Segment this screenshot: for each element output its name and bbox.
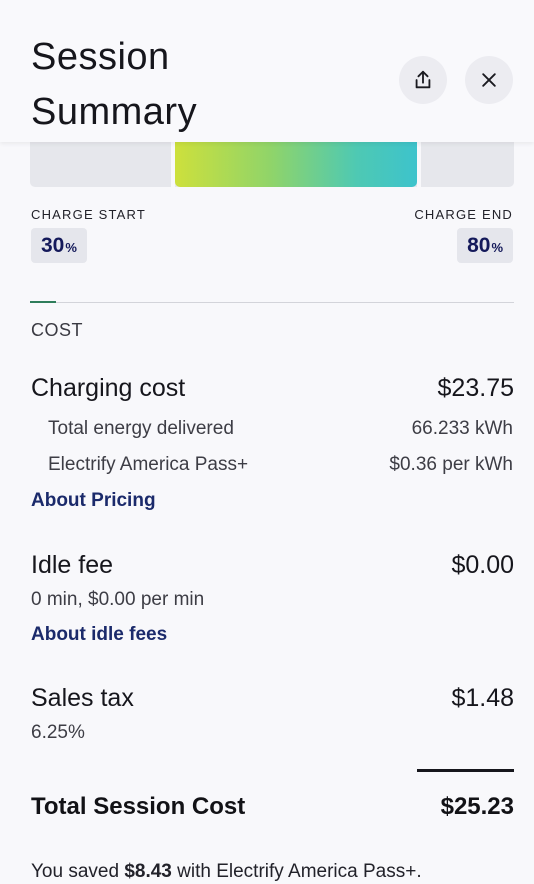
idle-fee-row: Idle fee $0.00: [31, 551, 514, 580]
about-pricing-link[interactable]: About Pricing: [31, 490, 156, 512]
close-icon: [482, 73, 496, 87]
charge-start-value: 30: [41, 233, 65, 257]
charge-start-label: CHARGE START: [31, 207, 147, 222]
plan-label: Electrify America Pass+: [48, 454, 249, 475]
savings-amount: $8.43: [124, 861, 172, 882]
charge-start-percent: %: [65, 240, 77, 255]
charging-cost-label: Charging cost: [31, 374, 186, 402]
header: Session Summary: [0, 0, 534, 142]
about-idle-fees-link[interactable]: About idle fees: [31, 624, 167, 646]
energy-delivered-label: Total energy delivered: [48, 418, 234, 439]
idle-fee-label: Idle fee: [31, 551, 114, 579]
share-icon: [415, 70, 431, 89]
charge-end-percent: %: [491, 240, 503, 255]
plan-rate: $0.36 per kWh: [389, 454, 513, 475]
total-session-cost-row: Total Session Cost $25.23: [31, 793, 514, 821]
total-session-cost-amount: $25.23: [440, 793, 514, 820]
charge-end-marker: [417, 142, 422, 187]
savings-suffix: with Electrify America Pass+.: [171, 861, 422, 882]
share-button[interactable]: [399, 56, 447, 104]
idle-fee-amount: $0.00: [451, 551, 514, 579]
page-title: Session Summary: [31, 30, 197, 140]
close-button[interactable]: [465, 56, 513, 104]
idle-fee-detail: 0 min, $0.00 per min: [31, 589, 205, 610]
savings-prefix: You saved: [31, 861, 125, 882]
energy-delivered-value: 66.233 kWh: [411, 418, 513, 439]
charge-start-marker: [171, 142, 176, 187]
charge-end-value: 80: [467, 233, 491, 257]
charging-cost-amount: $23.75: [437, 374, 514, 402]
charging-cost-row: Charging cost $23.75: [31, 374, 514, 403]
charge-progress-fill: [175, 142, 418, 187]
total-divider: [417, 769, 514, 772]
savings-message: You saved $8.43 with Electrify America P…: [31, 861, 422, 883]
charge-end-badge: 80%: [457, 228, 513, 263]
charge-start-badge: 30%: [31, 228, 87, 263]
session-summary-screen: Session Summary CHARGE START 30% CHARGE …: [0, 0, 534, 884]
sales-tax-row: Sales tax $1.48: [31, 684, 514, 713]
energy-delivered-row: Total energy delivered 66.233 kWh: [48, 418, 513, 440]
plan-rate-row: Electrify America Pass+ $0.36 per kWh: [48, 454, 513, 476]
sales-tax-amount: $1.48: [451, 684, 514, 712]
page-title-line2: Summary: [31, 91, 198, 133]
charge-progress-bar: [30, 142, 514, 187]
section-divider: [30, 302, 514, 303]
divider-accent: [30, 301, 56, 303]
cost-section-label: COST: [31, 320, 84, 340]
sales-tax-label: Sales tax: [31, 684, 134, 712]
page-title-line1: Session: [31, 36, 170, 78]
charge-end-label: CHARGE END: [414, 207, 513, 222]
total-session-cost-label: Total Session Cost: [31, 793, 246, 820]
sales-tax-rate: 6.25%: [31, 722, 85, 743]
